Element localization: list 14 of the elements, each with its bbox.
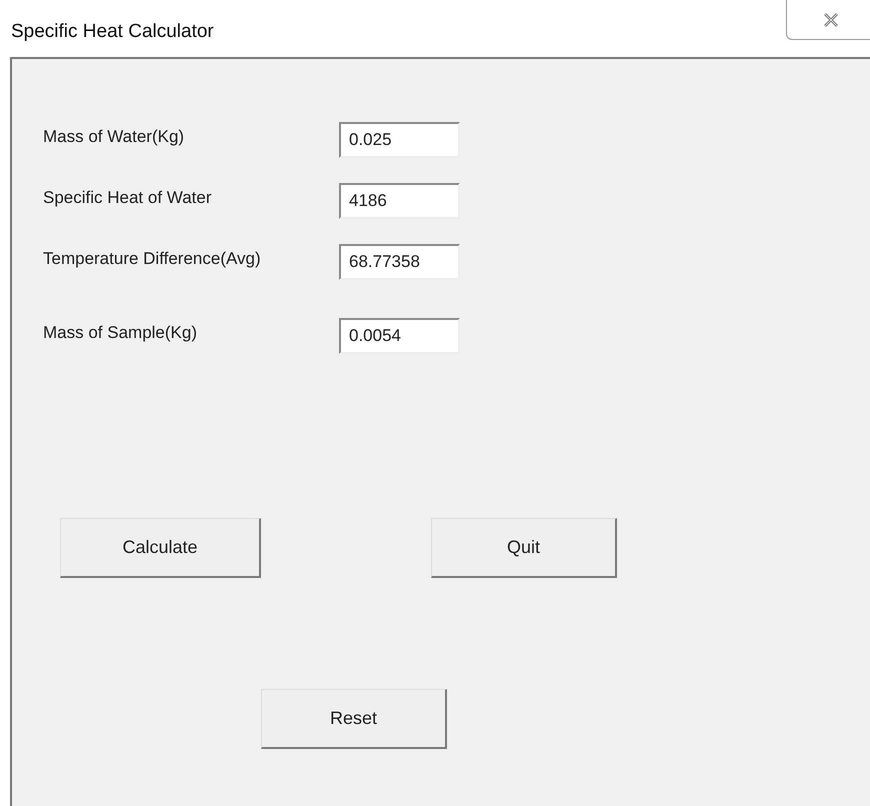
field-label: Temperature Difference(Avg) bbox=[43, 248, 262, 270]
close-button[interactable] bbox=[786, 0, 870, 40]
input-field[interactable]: 4186 bbox=[339, 183, 460, 219]
action-button[interactable]: Quit bbox=[431, 518, 617, 578]
input-field[interactable]: 0.025 bbox=[339, 122, 460, 158]
field-label: Specific Heat of Water bbox=[43, 187, 212, 209]
action-button[interactable]: Reset bbox=[261, 689, 447, 749]
input-field[interactable]: 68.77358 bbox=[339, 244, 460, 280]
close-icon bbox=[822, 12, 838, 26]
window-title: Specific Heat Calculator bbox=[11, 20, 214, 44]
input-field[interactable]: 0.0054 bbox=[339, 318, 460, 354]
action-button[interactable]: Calculate bbox=[60, 518, 261, 578]
field-label: Mass of Sample(Kg) bbox=[43, 322, 198, 344]
field-label: Mass of Water(Kg) bbox=[43, 126, 186, 148]
